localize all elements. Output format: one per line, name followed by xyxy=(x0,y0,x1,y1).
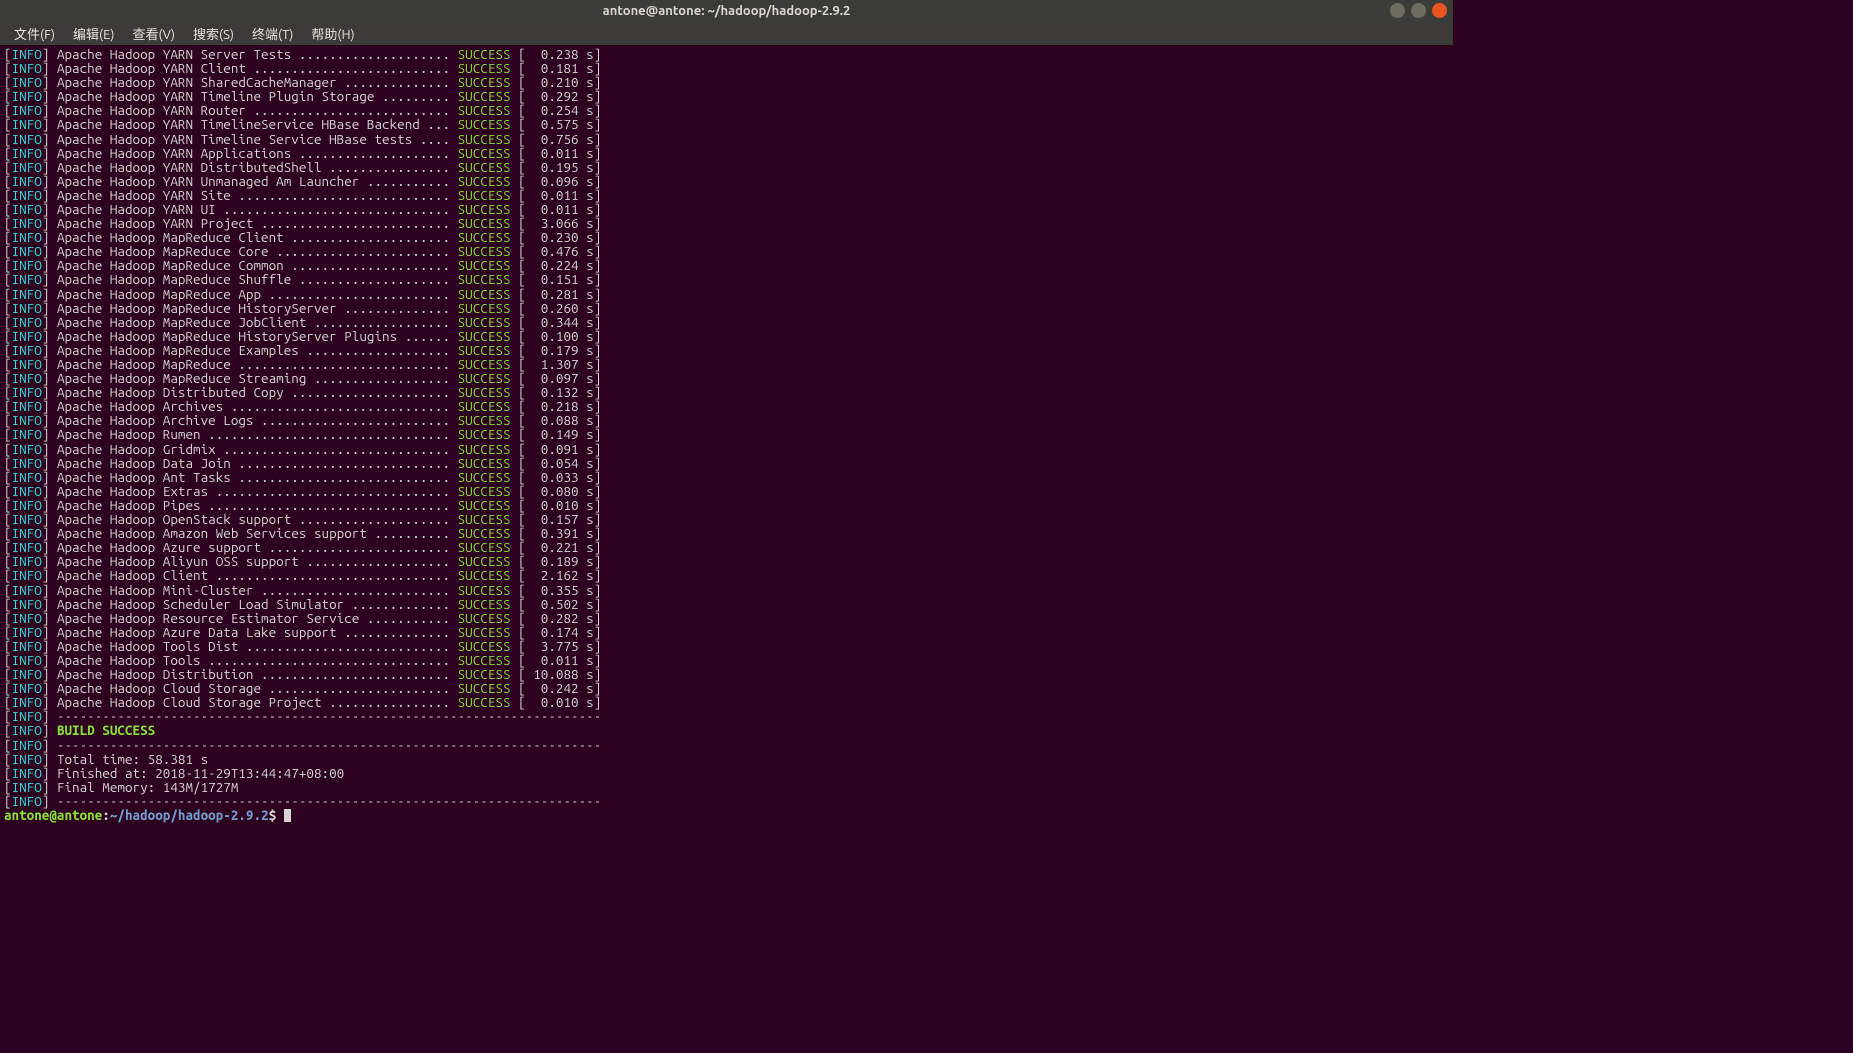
window-title: antone@antone: ~/hadoop/hadoop-2.9.2 xyxy=(0,4,1453,18)
build-line: [INFO] Apache Hadoop Resource Estimator … xyxy=(4,611,1449,625)
build-line: [INFO] Apache Hadoop YARN Project ......… xyxy=(4,216,1449,230)
build-line: [INFO] Apache Hadoop YARN Timeline Plugi… xyxy=(4,89,1449,103)
build-line: [INFO] Apache Hadoop MapReduce App .....… xyxy=(4,287,1449,301)
build-line: [INFO] Apache Hadoop YARN Router .......… xyxy=(4,103,1449,117)
build-line: [INFO] Apache Hadoop Gridmix ...........… xyxy=(4,442,1449,456)
build-line: [INFO] Apache Hadoop Archives ..........… xyxy=(4,399,1449,413)
build-line: [INFO] Apache Hadoop Archive Logs ......… xyxy=(4,413,1449,427)
build-line: [INFO] Apache Hadoop MapReduce HistorySe… xyxy=(4,329,1449,343)
build-line: [INFO] Apache Hadoop MapReduce JobClient… xyxy=(4,315,1449,329)
info-line: [INFO] Finished at: 2018-11-29T13:44:47+… xyxy=(4,766,1449,780)
info-line: [INFO] ---------------------------------… xyxy=(4,794,1449,808)
info-line: [INFO] ---------------------------------… xyxy=(4,709,1449,723)
build-line: [INFO] Apache Hadoop MapReduce Examples … xyxy=(4,343,1449,357)
build-line: [INFO] Apache Hadoop Distribution ......… xyxy=(4,667,1449,681)
build-line: [INFO] Apache Hadoop Tools .............… xyxy=(4,653,1449,667)
menu-terminal[interactable]: 终端(T) xyxy=(244,22,301,45)
build-line: [INFO] Apache Hadoop YARN UI ...........… xyxy=(4,202,1449,216)
build-line: [INFO] Apache Hadoop Aliyun OSS support … xyxy=(4,554,1449,568)
prompt-line[interactable]: antone@antone:~/hadoop/hadoop-2.9.2$ xyxy=(4,808,1449,823)
build-line: [INFO] Apache Hadoop Mini-Cluster ......… xyxy=(4,583,1449,597)
build-line: [INFO] Apache Hadoop MapReduce Core ....… xyxy=(4,244,1449,258)
build-line: [INFO] Apache Hadoop MapReduce Common ..… xyxy=(4,258,1449,272)
menu-view[interactable]: 查看(V) xyxy=(125,22,183,45)
build-line: [INFO] Apache Hadoop MapReduce HistorySe… xyxy=(4,301,1449,315)
build-line: [INFO] Apache Hadoop Distributed Copy ..… xyxy=(4,385,1449,399)
menu-help[interactable]: 帮助(H) xyxy=(303,22,362,45)
cursor-icon xyxy=(284,809,291,822)
build-line: [INFO] Apache Hadoop OpenStack support .… xyxy=(4,512,1449,526)
build-line: [INFO] Apache Hadoop Extras ............… xyxy=(4,484,1449,498)
build-line: [INFO] Apache Hadoop YARN Unmanaged Am L… xyxy=(4,174,1449,188)
build-line: [INFO] Apache Hadoop Scheduler Load Simu… xyxy=(4,597,1449,611)
menu-file[interactable]: 文件(F) xyxy=(6,22,63,45)
build-line: [INFO] Apache Hadoop MapReduce Streaming… xyxy=(4,371,1449,385)
build-line: [INFO] Apache Hadoop YARN SharedCacheMan… xyxy=(4,75,1449,89)
build-line: [INFO] Apache Hadoop YARN Applications .… xyxy=(4,146,1449,160)
build-line: [INFO] Apache Hadoop Amazon Web Services… xyxy=(4,526,1449,540)
build-line: [INFO] Apache Hadoop Cloud Storage .....… xyxy=(4,681,1449,695)
build-line: [INFO] Apache Hadoop Azure support .....… xyxy=(4,540,1449,554)
window-controls xyxy=(1390,3,1447,18)
build-line: [INFO] Apache Hadoop MapReduce .........… xyxy=(4,357,1449,371)
build-line: [INFO] Apache Hadoop YARN TimelineServic… xyxy=(4,117,1449,131)
build-line: [INFO] Apache Hadoop MapReduce Client ..… xyxy=(4,230,1449,244)
build-line: [INFO] Apache Hadoop MapReduce Shuffle .… xyxy=(4,272,1449,286)
build-line: [INFO] Apache Hadoop YARN Client .......… xyxy=(4,61,1449,75)
build-line: [INFO] Apache Hadoop Cloud Storage Proje… xyxy=(4,695,1449,709)
close-icon[interactable] xyxy=(1432,3,1447,18)
terminal-output[interactable]: [INFO] Apache Hadoop YARN Server Tests .… xyxy=(0,45,1453,827)
info-line: [INFO] Final Memory: 143M/1727M xyxy=(4,780,1449,794)
build-line: [INFO] Apache Hadoop Azure Data Lake sup… xyxy=(4,625,1449,639)
titlebar: antone@antone: ~/hadoop/hadoop-2.9.2 xyxy=(0,0,1453,22)
build-line: [INFO] Apache Hadoop Client ............… xyxy=(4,568,1449,582)
minimize-icon[interactable] xyxy=(1390,3,1405,18)
build-line: [INFO] Apache Hadoop YARN Timeline Servi… xyxy=(4,132,1449,146)
build-line: [INFO] Apache Hadoop Pipes .............… xyxy=(4,498,1449,512)
menubar: 文件(F) 编辑(E) 查看(V) 搜索(S) 终端(T) 帮助(H) xyxy=(0,22,1453,45)
menu-edit[interactable]: 编辑(E) xyxy=(65,22,122,45)
build-line: [INFO] Apache Hadoop YARN Site .........… xyxy=(4,188,1449,202)
terminal-window: antone@antone: ~/hadoop/hadoop-2.9.2 文件(… xyxy=(0,0,1453,827)
build-line: [INFO] Apache Hadoop YARN DistributedShe… xyxy=(4,160,1449,174)
build-line: [INFO] Apache Hadoop Data Join .........… xyxy=(4,456,1449,470)
info-line: [INFO] BUILD SUCCESS xyxy=(4,723,1449,737)
menu-search[interactable]: 搜索(S) xyxy=(185,22,242,45)
build-line: [INFO] Apache Hadoop YARN Server Tests .… xyxy=(4,47,1449,61)
build-line: [INFO] Apache Hadoop Rumen .............… xyxy=(4,427,1449,441)
info-line: [INFO] Total time: 58.381 s xyxy=(4,752,1449,766)
build-line: [INFO] Apache Hadoop Tools Dist ........… xyxy=(4,639,1449,653)
info-line: [INFO] ---------------------------------… xyxy=(4,738,1449,752)
maximize-icon[interactable] xyxy=(1411,3,1426,18)
build-line: [INFO] Apache Hadoop Ant Tasks .........… xyxy=(4,470,1449,484)
